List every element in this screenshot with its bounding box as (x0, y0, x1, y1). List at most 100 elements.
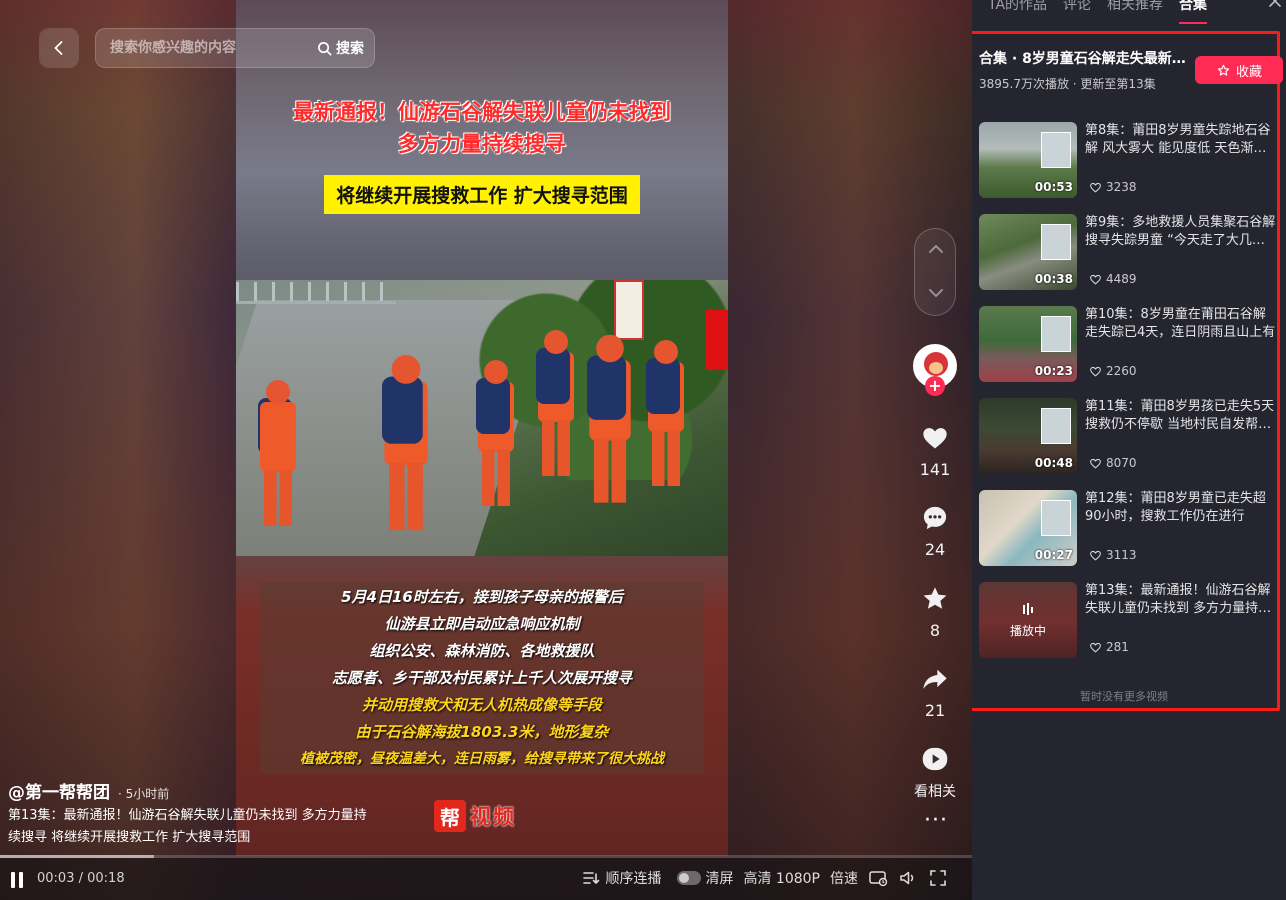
search-input[interactable] (96, 29, 317, 67)
related-button[interactable]: 看相关 (904, 745, 966, 801)
episode-thumbnail[interactable]: 00:38 (979, 214, 1077, 290)
back-button[interactable] (39, 28, 79, 68)
rescuer-figure (380, 355, 433, 535)
tab-comments[interactable]: 评论 (1063, 0, 1091, 24)
episode-like-count: 3113 (1106, 548, 1137, 562)
episode-item[interactable]: 00:53 第8集：莆田8岁男童失踪地石谷解 风大雾大 能见度低 天色渐… 3238 (979, 122, 1286, 198)
comment-button[interactable]: 24 (904, 504, 966, 559)
heart-outline-icon (1090, 182, 1101, 193)
panel-tabs: TA的作品 评论 相关推荐 合集 (988, 0, 1208, 24)
search-button[interactable]: 搜索 (317, 38, 374, 58)
playlist-icon (583, 872, 600, 884)
episode-like-count: 4489 (1106, 272, 1137, 286)
tab-recommended[interactable]: 相关推荐 (1107, 0, 1163, 24)
toggle-switch[interactable] (677, 871, 702, 885)
episode-item[interactable]: 00:48 第11集：莆田8岁男孩已走失5天 搜救仍不停歇 当地村民自发帮… 807… (979, 398, 1286, 474)
video-nav-pill (914, 228, 956, 316)
subtitle-box: 5月4日16时左右，接到孩子母亲的报警后 仙游县立即启动应急响应机制 组织公安、… (260, 582, 704, 774)
timecode: 00:03 / 00:18 (37, 871, 125, 886)
episode-title: 第12集：莆田8岁男童已走失超90小时，搜救工作仍在进行中，… (1085, 491, 1266, 524)
video-description: 第13集：最新通报！仙游石谷解失联儿童仍未找到 多方力量持续搜寻 将继续开展搜救… (8, 808, 367, 845)
episode-item[interactable]: 00:27 第12集：莆田8岁男童已走失超90小时，搜救工作仍在进行中，… 3113 (979, 490, 1286, 566)
episode-thumbnail[interactable]: 00:48 (979, 398, 1077, 474)
episode-thumbnail[interactable]: 00:27 (979, 490, 1077, 566)
episode-duration: 00:53 (1034, 180, 1073, 194)
collect-button[interactable]: 收藏 (1195, 56, 1283, 84)
episode-likes: 2260 (1089, 364, 1137, 378)
episode-likes: 3238 (1089, 180, 1137, 194)
duration: 00:18 (87, 871, 125, 886)
episode-like-count: 281 (1106, 640, 1129, 654)
video-frame[interactable]: 最新通报！仙游石谷解失联儿童仍未找到 多方力量持续搜寻 将继续开展搜救工作 扩大… (236, 0, 728, 856)
thumb-inset (1041, 316, 1071, 352)
volume-icon[interactable] (898, 868, 918, 888)
share-button[interactable]: 21 (904, 665, 966, 720)
episode-item[interactable]: 00:38 第9集：多地救援人员集聚石谷解搜寻失踪男童 “今天走了大几… 4489 (979, 214, 1286, 290)
chevron-up-icon[interactable] (926, 239, 946, 259)
time-separator: / (74, 871, 88, 886)
clear-screen-toggle[interactable]: 清屏 (677, 868, 733, 888)
more-icon[interactable]: ··· (924, 808, 947, 833)
heart-outline-icon (1090, 550, 1101, 561)
subtitle-line: 并动用搜救犬和无人机热成像等手段 (361, 696, 602, 714)
search-bar: 搜索 (95, 28, 375, 68)
episode-item[interactable]: 00:23 第10集：8岁男童在莆田石谷解走失踪已4天，连日阴雨且山上有雾… 226… (979, 306, 1286, 382)
close-icon[interactable] (1268, 0, 1282, 8)
favorite-button[interactable]: 8 (904, 585, 966, 640)
collection-panel: 合集 · 8岁男童石谷解走失最新… 3895.7万次播放 · 更新至第13集 收… (972, 31, 1283, 711)
side-panel: TA的作品 评论 相关推荐 合集 合集 · 8岁男童石谷解走失最新… 3895.… (972, 0, 1286, 900)
episode-thumbnail[interactable]: 播放中 (979, 582, 1077, 658)
speed-label: 倍速 (830, 871, 858, 887)
rescuer-figure (256, 380, 300, 530)
miniplayer-icon[interactable] (868, 868, 888, 888)
search-button-label: 搜索 (336, 41, 364, 57)
watermark-text: 视频 (470, 805, 516, 829)
heart-outline-icon (1090, 366, 1101, 377)
episode-duration: 00:23 (1034, 364, 1073, 378)
heart-icon (923, 428, 947, 449)
episode-thumbnail[interactable]: 00:53 (979, 122, 1077, 198)
subtitle-line: 由于石谷解海拔1803.3米，地形复杂 (355, 723, 609, 741)
chevron-down-icon[interactable] (926, 283, 946, 303)
subtitle-line: 植被茂密，昼夜温差大，连日雨雾，给搜寻带来了很大挑战 (300, 751, 664, 767)
quality-selector[interactable]: 高清 1080P (743, 868, 820, 888)
favorite-count: 8 (929, 621, 941, 640)
pause-icon[interactable] (10, 872, 24, 888)
control-right-group: 顺序连播 清屏 高清 1080P 倍速 (581, 868, 948, 888)
headline-yellow-wrap: 将继续开展搜救工作 扩大搜寻范围 (236, 175, 728, 214)
episode-like-count: 2260 (1106, 364, 1137, 378)
thumb-inset (1041, 500, 1071, 536)
speed-selector[interactable]: 倍速 (830, 868, 858, 888)
rescuer-figure (644, 340, 688, 490)
tab-collection[interactable]: 合集 (1179, 0, 1208, 24)
episode-title: 第10集：8岁男童在莆田石谷解走失踪已4天，连日阴雨且山上有雾… (1085, 307, 1276, 340)
now-playing-overlay: 播放中 (979, 582, 1077, 658)
rescue-scene-image (236, 280, 728, 556)
episode-duration: 00:48 (1034, 456, 1073, 470)
share-count: 21 (924, 701, 946, 720)
fullscreen-icon[interactable] (928, 868, 948, 888)
author-avatar-wrap: + (913, 344, 957, 396)
tab-works[interactable]: TA的作品 (988, 0, 1047, 24)
scene-sign (614, 280, 644, 340)
scene-banner (706, 310, 728, 370)
share-icon (923, 669, 947, 689)
episode-item[interactable]: 播放中 第13集：最新通报！仙游石谷解失联儿童仍未找到 多方力量持… 281 (979, 582, 1286, 658)
play-circle-icon (922, 747, 948, 771)
like-button[interactable]: 141 (904, 424, 966, 479)
now-playing-label: 播放中 (1009, 623, 1046, 638)
video-player[interactable]: 最新通报！仙游石谷解失联儿童仍未找到 多方力量持续搜寻 将继续开展搜救工作 扩大… (0, 0, 972, 900)
control-bar: 00:03 / 00:18 顺序连播 清屏 高清 1080P 倍速 (0, 858, 972, 900)
episode-title: 第8集：莆田8岁男童失踪地石谷解 风大雾大 能见度低 天色渐… (1085, 123, 1271, 156)
autoplay-toggle[interactable]: 顺序连播 (581, 868, 661, 888)
episode-thumbnail[interactable]: 00:23 (979, 306, 1077, 382)
heart-outline-icon (1090, 274, 1101, 285)
episode-title: 第9集：多地救援人员集聚石谷解搜寻失踪男童 “今天走了大几… (1085, 215, 1276, 248)
follow-plus-icon[interactable]: + (925, 376, 945, 396)
related-label: 看相关 (914, 784, 956, 800)
episode-duration: 00:27 (1034, 548, 1073, 562)
collection-meta: 3895.7万次播放 · 更新至第13集 (979, 77, 1156, 91)
episode-like-count: 8070 (1106, 456, 1137, 470)
headline-red-line-2: 多方力量持续搜寻 (398, 132, 566, 156)
author-name[interactable]: @第一帮帮团 (8, 778, 110, 803)
